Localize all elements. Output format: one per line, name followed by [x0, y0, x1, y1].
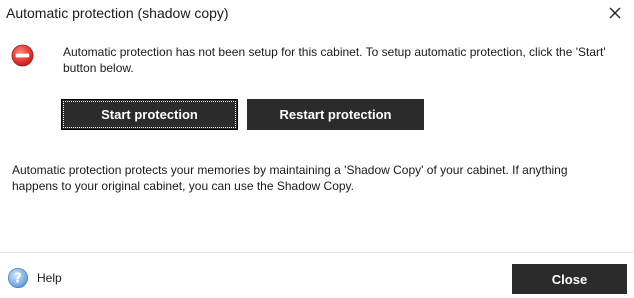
question-icon: ?	[8, 268, 28, 288]
footer-divider	[0, 252, 634, 253]
start-protection-button[interactable]: Start protection	[61, 99, 238, 130]
close-button[interactable]: Close	[512, 264, 627, 294]
status-message: Automatic protection has not been setup …	[63, 45, 606, 75]
restart-protection-button[interactable]: Restart protection	[247, 99, 424, 130]
title-bar: Automatic protection (shadow copy)	[0, 0, 634, 28]
close-icon[interactable]	[605, 3, 625, 23]
svg-text:?: ?	[14, 272, 21, 287]
stop-icon	[11, 44, 34, 67]
help-link[interactable]: ? Help	[7, 266, 62, 290]
description-text: Automatic protection protects your memor…	[12, 163, 568, 193]
help-label: Help	[37, 271, 62, 285]
window-title: Automatic protection (shadow copy)	[6, 5, 229, 21]
